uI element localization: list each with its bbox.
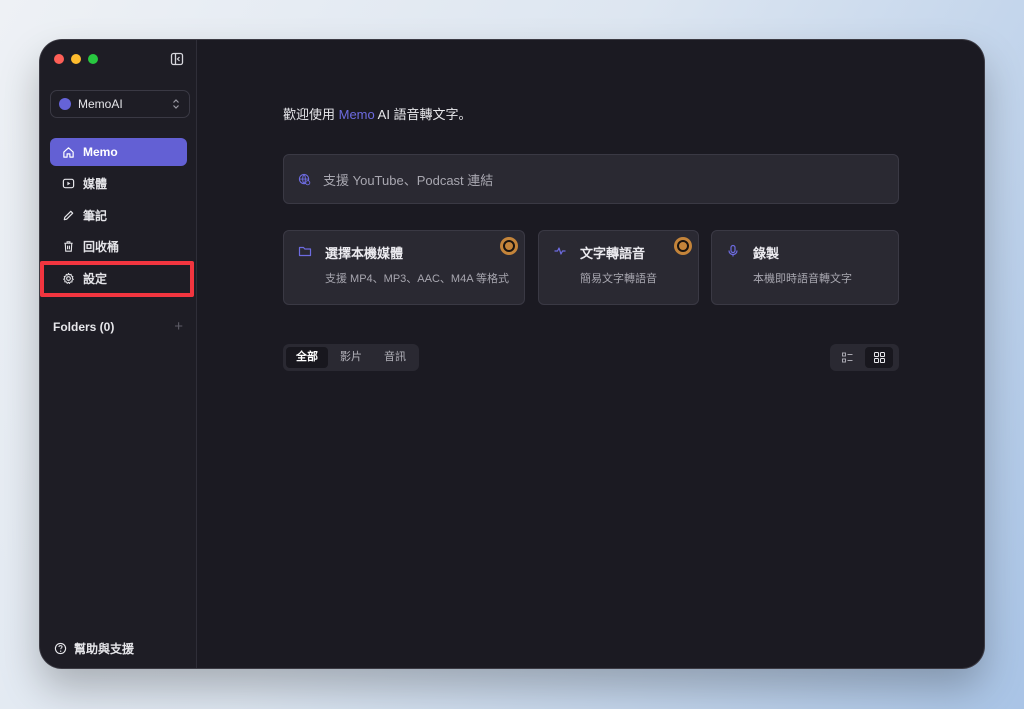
microphone-icon xyxy=(728,244,738,257)
help-label: 幫助與支援 xyxy=(74,642,135,656)
sparkle-icon xyxy=(554,247,566,255)
filter-tabs: 全部 影片 音訊 xyxy=(283,344,419,371)
card-description: 簡易文字轉語音 xyxy=(580,273,657,285)
folders-header: Folders (0) + xyxy=(53,318,183,335)
card-record[interactable]: 錄製 本機即時語音轉文字 xyxy=(711,230,899,305)
card-description: 本機即時語音轉文字 xyxy=(753,273,852,285)
grid-view-button[interactable] xyxy=(865,347,893,368)
sidebar-item-trash[interactable]: 回收桶 xyxy=(50,233,187,261)
folder-icon xyxy=(298,246,312,257)
play-square-icon xyxy=(62,178,75,189)
grid-view-icon xyxy=(873,352,885,363)
sidebar-item-notes[interactable]: 筆記 xyxy=(50,201,187,229)
sidebar-item-media[interactable]: 媒體 xyxy=(50,170,187,198)
card-text-to-speech[interactable]: 文字轉語音 簡易文字轉語音 xyxy=(538,230,699,305)
tab-audio[interactable]: 音訊 xyxy=(374,347,416,368)
settings-highlight-annotation xyxy=(40,261,194,297)
card-local-media[interactable]: 選擇本機媒體 支援 MP4、MP3、AAC、M4A 等格式 xyxy=(283,230,525,305)
maximize-window-button[interactable] xyxy=(88,54,98,64)
tab-all[interactable]: 全部 xyxy=(286,347,328,368)
home-icon xyxy=(63,146,74,158)
card-title: 選擇本機媒體 xyxy=(325,246,404,261)
close-window-button[interactable] xyxy=(54,54,64,64)
view-mode-toggle xyxy=(830,344,899,371)
card-description: 支援 MP4、MP3、AAC、M4A 等格式 xyxy=(325,273,509,285)
folders-label: Folders (0) xyxy=(53,319,115,334)
help-support-link[interactable]: 幫助與支援 xyxy=(54,640,134,657)
welcome-suffix: AI 語音轉文字。 xyxy=(374,107,472,122)
welcome-accent: Memo xyxy=(338,107,375,122)
card-title: 錄製 xyxy=(753,246,780,261)
window-controls xyxy=(54,54,98,64)
sidebar-item-label: 回收桶 xyxy=(83,240,120,254)
feature-badge-icon xyxy=(500,237,518,255)
sidebar-item-label: 媒體 xyxy=(83,177,108,191)
sidebar-item-label: Memo xyxy=(83,145,118,159)
add-folder-button[interactable]: + xyxy=(174,318,183,335)
feature-badge-icon xyxy=(674,237,692,255)
sidebar: MemoAI Memo 媒體 筆記 回收桶 設定 Folders (0) + 幫… xyxy=(40,40,197,668)
main-content: 歡迎使用 Memo AI 語音轉文字。 支援 YouTube、Podcast 連… xyxy=(197,40,984,668)
minimize-window-button[interactable] xyxy=(71,54,81,64)
sidebar-item-memo[interactable]: Memo xyxy=(50,138,187,166)
globe-link-icon xyxy=(298,173,311,185)
list-view-icon xyxy=(841,352,852,363)
trash-icon xyxy=(64,241,73,252)
welcome-message: 歡迎使用 Memo AI 語音轉文字。 xyxy=(283,104,472,123)
link-input[interactable]: 支援 YouTube、Podcast 連結 xyxy=(283,154,899,204)
workspace-selector[interactable]: MemoAI xyxy=(50,90,190,118)
pencil-icon xyxy=(63,210,74,220)
card-title: 文字轉語音 xyxy=(580,246,646,261)
workspace-name: MemoAI xyxy=(78,97,123,111)
app-window: MemoAI Memo 媒體 筆記 回收桶 設定 Folders (0) + 幫… xyxy=(40,40,984,668)
tab-video[interactable]: 影片 xyxy=(330,347,372,368)
workspace-avatar xyxy=(59,98,71,110)
sidebar-item-label: 筆記 xyxy=(83,208,108,223)
help-circle-icon xyxy=(54,642,67,655)
sidebar-toggle-icon[interactable] xyxy=(170,52,184,66)
chevron-up-down-icon xyxy=(173,99,179,109)
list-view-button[interactable] xyxy=(833,347,861,368)
welcome-prefix: 歡迎使用 xyxy=(283,107,339,122)
link-input-placeholder: 支援 YouTube、Podcast 連結 xyxy=(323,172,494,188)
